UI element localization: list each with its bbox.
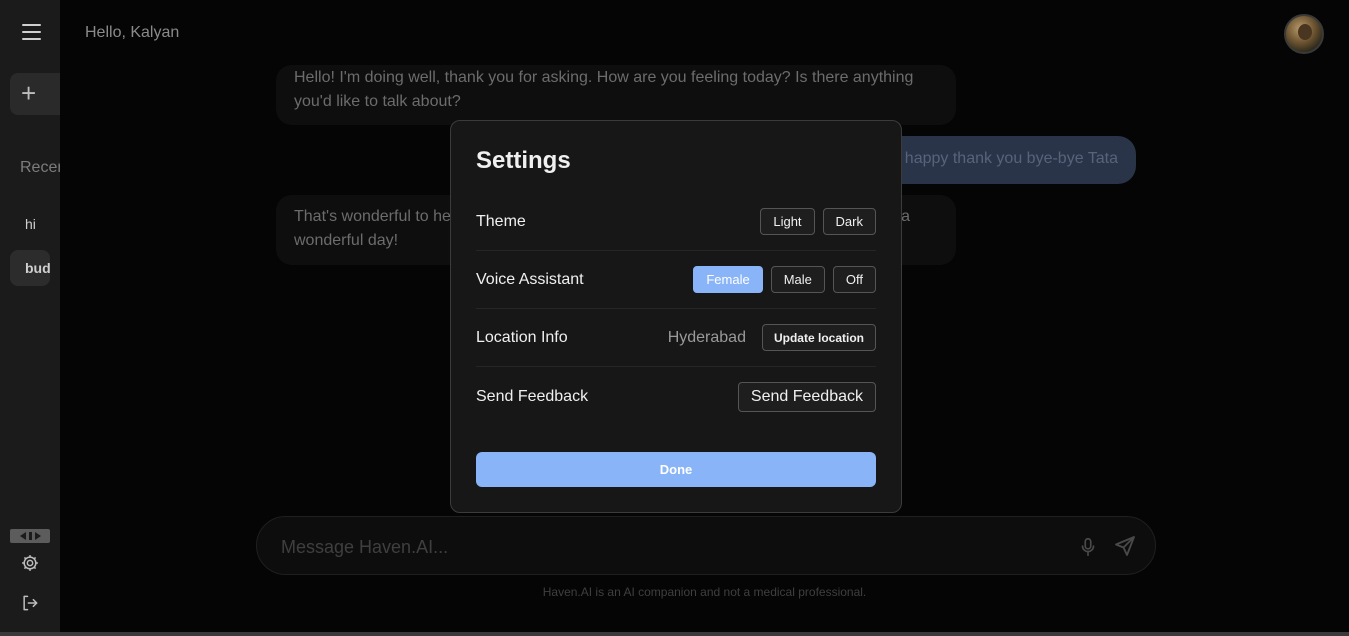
greeting: Hello, Kalyan — [85, 24, 180, 41]
voice-off-button[interactable]: Off — [832, 266, 876, 293]
theme-options: Light Dark — [760, 208, 876, 235]
location-info-label: Location Info — [476, 328, 568, 346]
location-value: Hyderabad — [667, 328, 746, 346]
user-avatar[interactable] — [1284, 14, 1324, 54]
user-message-text: I'm happy thank you bye-bye Tata — [879, 150, 1118, 167]
send-icon[interactable] — [1113, 534, 1137, 558]
settings-title: Settings — [476, 147, 571, 174]
voice-female-button[interactable]: Female — [693, 266, 763, 293]
send-feedback-label: Send Feedback — [476, 388, 589, 405]
location-options: Hyderabad Update location — [668, 324, 876, 351]
send-feedback-button[interactable]: Send Feedback — [737, 382, 876, 412]
new-chat-button[interactable]: + — [10, 73, 60, 115]
update-location-button[interactable]: Update location — [761, 324, 876, 351]
sidebar: + Recent hi buddy — [0, 0, 60, 632]
disclaimer: Haven.AI is an AI companion and not a me… — [542, 585, 867, 599]
user-message: I'm happy thank you bye-bye Tata — [876, 136, 1136, 184]
recent-heading: Recent — [20, 159, 60, 176]
theme-row: Theme Light Dark — [476, 193, 876, 251]
menu-icon[interactable] — [22, 24, 41, 40]
feedback-row: Send Feedback Send Feedback — [476, 367, 876, 427]
voice-options: Female Male Off — [693, 266, 876, 293]
location-row: Location Info Hyderabad Update location — [476, 309, 876, 367]
sidebar-item-hi[interactable]: hi — [10, 206, 50, 242]
logout-icon[interactable] — [20, 593, 40, 613]
voice-row: Voice Assistant Female Male Off — [476, 251, 876, 309]
done-button[interactable]: Done — [476, 452, 876, 487]
microphone-icon[interactable] — [1077, 535, 1099, 559]
theme-light-button[interactable]: Light — [760, 208, 815, 235]
settings-dialog: Settings Theme Light Dark Voice Assistan… — [450, 120, 902, 513]
ai-message: Hello! I'm doing well, thank you for ask… — [276, 65, 956, 125]
gear-icon[interactable] — [20, 553, 40, 573]
message-composer — [256, 516, 1156, 575]
message-input[interactable] — [281, 535, 1041, 559]
voice-assistant-label: Voice Assistant — [476, 270, 584, 288]
theme-label: Theme — [476, 212, 526, 230]
collapse-sidebar-icon[interactable] — [10, 529, 50, 543]
sidebar-item-buddy[interactable]: buddy — [10, 250, 50, 286]
voice-male-button[interactable]: Male — [770, 266, 825, 293]
theme-dark-button[interactable]: Dark — [822, 208, 876, 235]
bottom-border — [0, 632, 1349, 636]
